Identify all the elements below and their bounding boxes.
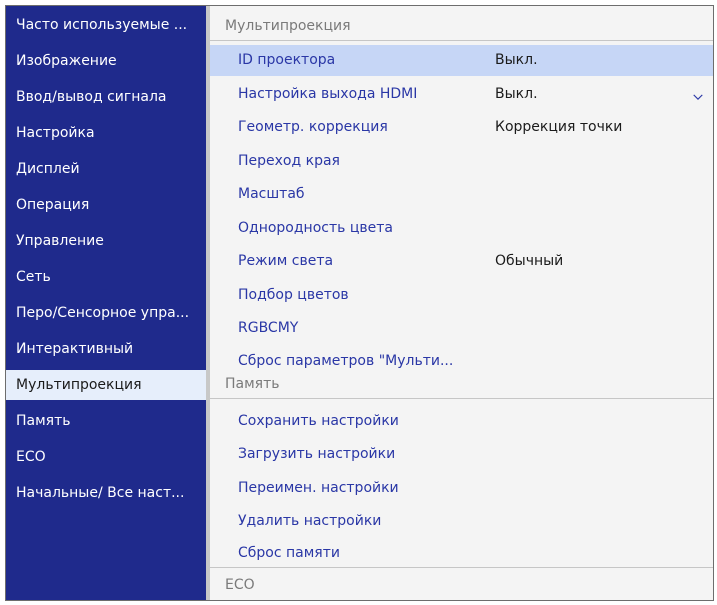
sidebar-item-display[interactable]: Дисплей	[6, 154, 206, 184]
sidebar-item-network[interactable]: Сеть	[6, 262, 206, 292]
menu-row-edge-blending[interactable]: Переход края	[210, 146, 713, 177]
sidebar-item-initial-all[interactable]: Начальные/ Все наст...	[6, 478, 206, 508]
row-value: Выкл.	[495, 86, 538, 102]
row-label: Удалить настройки	[238, 513, 382, 529]
row-label: Переход края	[238, 153, 340, 169]
section-header-eco: ECO	[210, 567, 713, 602]
sidebar-item-management[interactable]: Управление	[6, 226, 206, 256]
row-label: RGBCMY	[238, 320, 299, 336]
menu-row-color-uniformity[interactable]: Однородность цвета	[210, 213, 713, 244]
row-value: Коррекция точки	[495, 119, 623, 135]
section-header-multiprojection: Мультипроекция	[210, 11, 713, 41]
chevron-down-icon[interactable]	[693, 92, 703, 102]
section-header-memory: Память	[210, 369, 713, 399]
row-label: Настройка выхода HDMI	[238, 86, 418, 102]
menu-row-light-mode[interactable]: Режим света Обычный	[210, 246, 713, 277]
sidebar-item-frequent[interactable]: Часто используемые ...	[6, 10, 206, 40]
row-label: Загрузить настройки	[238, 446, 396, 462]
menu-row-load-settings[interactable]: Загрузить настройки	[210, 439, 713, 470]
menu-row-geometry-correction[interactable]: Геометр. коррекция Коррекция точки	[210, 112, 713, 143]
row-label: Однородность цвета	[238, 220, 393, 236]
row-label: Подбор цветов	[238, 287, 349, 303]
menu-row-rename-settings[interactable]: Переимен. настройки	[210, 473, 713, 504]
row-label: Режим света	[238, 253, 334, 269]
row-label: Переимен. настройки	[238, 480, 399, 496]
sidebar-item-interactive[interactable]: Интерактивный	[6, 334, 206, 364]
menu-row-reset-memory[interactable]: Сброс памяти	[210, 538, 713, 569]
row-value: Обычный	[495, 253, 564, 269]
row-label: Сохранить настройки	[238, 413, 399, 429]
sidebar-item-signal-io[interactable]: Ввод/вывод сигнала	[6, 82, 206, 112]
menu-row-color-matching[interactable]: Подбор цветов	[210, 280, 713, 311]
menu-row-scale[interactable]: Масштаб	[210, 179, 713, 210]
row-label: ID проектора	[238, 52, 336, 68]
row-label: Геометр. коррекция	[238, 119, 388, 135]
row-value: Выкл.	[495, 52, 538, 68]
sidebar-item-memory[interactable]: Память	[6, 406, 206, 436]
sidebar: Часто используемые ... Изображение Ввод/…	[6, 6, 206, 600]
menu-row-delete-settings[interactable]: Удалить настройки	[210, 506, 713, 537]
sidebar-item-operation[interactable]: Операция	[6, 190, 206, 220]
sidebar-item-multiprojection[interactable]: Мультипроекция	[6, 370, 206, 400]
projector-menu: Часто используемые ... Изображение Ввод/…	[5, 5, 714, 601]
menu-row-projector-id[interactable]: ID проектора Выкл.	[210, 45, 713, 76]
menu-row-save-settings[interactable]: Сохранить настройки	[210, 406, 713, 437]
row-label: Сброс памяти	[238, 545, 340, 561]
sidebar-item-settings[interactable]: Настройка	[6, 118, 206, 148]
sidebar-item-eco[interactable]: ECO	[6, 442, 206, 472]
menu-row-hdmi-output[interactable]: Настройка выхода HDMI Выкл.	[210, 79, 713, 110]
sidebar-item-pen-touch[interactable]: Перо/Сенсорное упра...	[6, 298, 206, 328]
row-label: Масштаб	[238, 186, 305, 202]
sidebar-item-image[interactable]: Изображение	[6, 46, 206, 76]
menu-row-rgbcmy[interactable]: RGBCMY	[210, 313, 713, 344]
main-panel: Мультипроекция ID проектора Выкл. Настро…	[210, 6, 713, 600]
